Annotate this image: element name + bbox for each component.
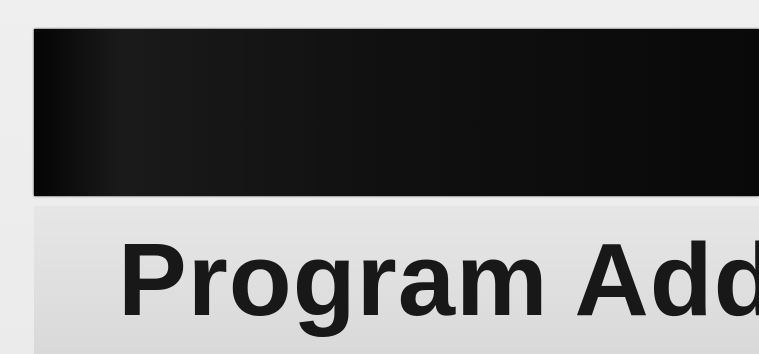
header-bar [34, 29, 759, 196]
menu-item-label: Program Add [118, 222, 759, 337]
program-menu-screen: Program Add [0, 0, 759, 354]
menu-item-program-add[interactable]: Program Add [34, 206, 759, 354]
